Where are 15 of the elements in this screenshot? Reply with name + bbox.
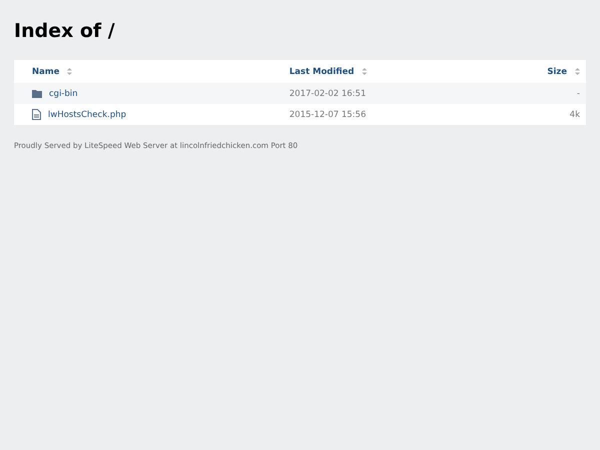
file-size: -: [500, 83, 586, 104]
file-size: 4k: [500, 104, 586, 125]
modified-date: 2015-12-07 15:56: [271, 104, 500, 125]
file-icon: [32, 109, 41, 120]
column-header[interactable]: Size: [547, 66, 567, 76]
sort-icon: [362, 68, 368, 75]
modified-date: 2017-02-02 16:51: [271, 83, 500, 104]
sort-icon: [67, 68, 72, 75]
sort-icon: [575, 68, 580, 75]
column-header[interactable]: Name: [32, 66, 60, 76]
folder-icon: [32, 89, 42, 98]
page-title: Index of /: [14, 20, 116, 42]
file-link[interactable]: cgi-bin: [49, 88, 78, 98]
column-header[interactable]: Last Modified: [289, 66, 354, 76]
file-link[interactable]: lwHostsCheck.php: [48, 110, 126, 120]
